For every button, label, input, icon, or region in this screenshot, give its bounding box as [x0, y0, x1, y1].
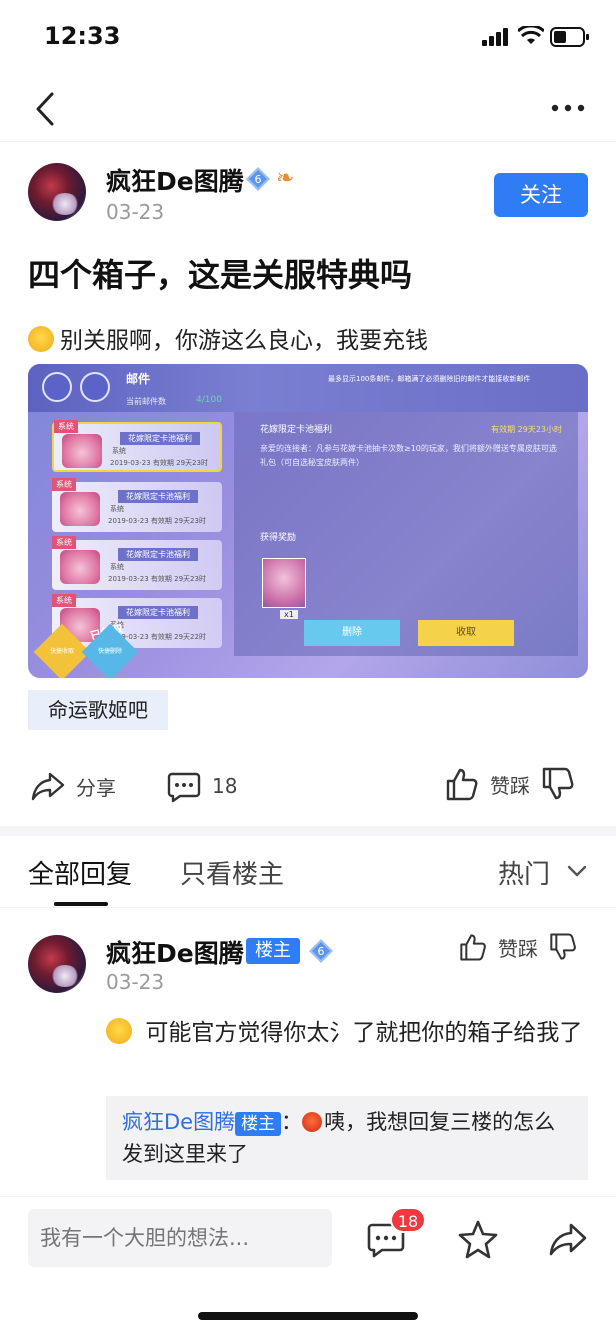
- reply-author-avatar[interactable]: [28, 935, 86, 993]
- reply-vote-label: 赞踩: [498, 936, 538, 961]
- game-mail-card: 系统 花嫁限定卡池福利 系统 2019-03-23 有效期 29天23时: [52, 420, 222, 472]
- game-card-date: 2019-03-23 有效期 29天23时: [108, 575, 206, 583]
- reply-date: 03-23: [106, 970, 165, 994]
- top-nav: [0, 76, 616, 142]
- quoted-reply[interactable]: 疯狂De图腾 楼主：咦，我想回复三楼的怎么发到这里来了: [106, 1096, 588, 1180]
- reward-item-icon: [262, 558, 306, 608]
- game-card-tag: 系统: [52, 478, 76, 491]
- post-date: 03-23: [106, 200, 165, 224]
- game-detail-text: 亲爱的连接者：凡参与花嫁卡池抽卡次数≥10的玩家，我们将额外赠送专属皮肤可选礼包…: [260, 444, 557, 467]
- post-image[interactable]: 邮件 当前邮件数 4/100 最多显示100条邮件，邮箱满了必须删除旧的邮件才能…: [28, 364, 588, 678]
- game-card-date: 2019-03-23 有效期 29天23时: [108, 517, 206, 525]
- game-delete-button: 删除: [304, 620, 400, 646]
- tabs-divider: [0, 907, 616, 908]
- reply-text-content: 可能官方觉得你太氵了就把你的箱子给我了: [145, 1020, 583, 1046]
- game-card-title: 花嫁限定卡池福利: [118, 490, 198, 503]
- sort-selector[interactable]: 热门: [498, 854, 550, 891]
- cellular-signal-icon: [482, 28, 508, 46]
- star-icon[interactable]: [458, 1219, 498, 1259]
- comment-icon: [167, 772, 201, 803]
- level-badge-icon: 6: [246, 167, 270, 191]
- tab-owner-only[interactable]: 只看楼主: [180, 854, 284, 891]
- quote-colon: ：: [281, 1110, 303, 1134]
- game-card-tag: 系统: [52, 536, 76, 549]
- status-bar: 12:33: [0, 0, 616, 76]
- game-card-title: 花嫁限定卡池福利: [118, 548, 198, 561]
- tab-all-replies[interactable]: 全部回复: [28, 854, 132, 891]
- reply-thumbs-down-icon[interactable]: [548, 932, 578, 962]
- post-title: 四个箱子，这是关服特典吗: [28, 256, 413, 294]
- reply-author-name[interactable]: 疯狂De图腾: [106, 934, 244, 970]
- reply-level-number: 6: [318, 945, 325, 958]
- post-body-text: 别关服啊，你游这么良心，我要充钱: [60, 328, 428, 354]
- scared-emoji-icon: [28, 326, 54, 352]
- battery-icon: [550, 27, 589, 47]
- game-mail-title: 邮件: [126, 372, 151, 386]
- game-mail-count-label: 当前邮件数: [126, 397, 166, 406]
- heart-box-icon: [60, 492, 100, 526]
- game-card-title: 花嫁限定卡池福利: [120, 432, 200, 445]
- reply-vote-control: 赞踩: [458, 932, 588, 962]
- share-icon: [31, 772, 65, 801]
- section-divider: [0, 826, 616, 836]
- game-card-tag: 系统: [54, 420, 78, 433]
- game-back-icon: [42, 372, 72, 402]
- status-time: 12:33: [44, 22, 121, 50]
- game-card-tag: 系统: [52, 594, 76, 607]
- comment-count-badge: 18: [390, 1207, 426, 1233]
- vote-control: 赞踩: [444, 766, 586, 802]
- game-warning-text: 最多显示100条邮件，邮箱满了必须删除旧的邮件才能接收新邮件: [328, 375, 531, 383]
- home-indicator: [198, 1312, 418, 1320]
- heart-box-icon: [60, 550, 100, 584]
- member-lung-icon: ❧: [276, 166, 295, 191]
- game-mail-card: 系统 花嫁限定卡池福利 系统 2019-03-23 有效期 29天23时: [52, 536, 222, 590]
- reply-level-badge-icon: 6: [309, 939, 333, 963]
- comment-count: 18: [212, 774, 238, 798]
- game-card-sub: 系统: [110, 563, 124, 571]
- game-mail-card: 系统 花嫁限定卡池福利 系统 2019-03-23 有效期 29天23时: [52, 478, 222, 532]
- game-reward-label: 获得奖励: [260, 533, 297, 543]
- game-detail-expire: 有效期 29天23小时: [491, 425, 562, 434]
- game-mail-count: 4/100: [196, 395, 222, 405]
- game-card-date: 2019-03-23 有效期 29天23时: [110, 459, 208, 467]
- reply-input[interactable]: [28, 1209, 332, 1267]
- thumbs-up-icon[interactable]: [444, 766, 480, 802]
- owner-badge: 楼主: [246, 938, 300, 964]
- game-reward-qty: x1: [280, 610, 298, 619]
- game-top-bar: [28, 364, 588, 412]
- game-card-title: 花嫁限定卡池福利: [118, 606, 198, 619]
- game-mail-detail: 花嫁限定卡池福利 有效期 29天23小时 亲爱的连接者：凡参与花嫁卡池抽卡次数≥…: [234, 412, 578, 656]
- share-label: 分享: [76, 775, 116, 800]
- share-forward-icon[interactable]: [548, 1219, 588, 1259]
- author-avatar[interactable]: [28, 163, 86, 221]
- post-body: 别关服啊，你游这么良心，我要充钱: [28, 321, 428, 355]
- game-home-icon: [80, 372, 110, 402]
- vote-label: 赞踩: [490, 773, 530, 798]
- comments-button[interactable]: 18: [166, 768, 237, 804]
- quoted-owner-badge: 楼主: [235, 1112, 282, 1136]
- level-number: 6: [255, 173, 262, 186]
- game-receive-button: 收取: [418, 620, 514, 646]
- heart-box-icon: [62, 434, 102, 468]
- game-card-sub: 系统: [110, 505, 124, 513]
- reply-thumbs-up-icon[interactable]: [458, 932, 488, 962]
- quoted-author-name[interactable]: 疯狂De图腾: [122, 1110, 235, 1134]
- smile-emoji-icon: [106, 1018, 132, 1044]
- share-button[interactable]: 分享: [30, 768, 116, 804]
- forum-tag[interactable]: 命运歌姬吧: [28, 690, 168, 730]
- wifi-icon: [518, 26, 544, 44]
- follow-button[interactable]: 关注: [494, 173, 588, 217]
- thumbs-down-icon[interactable]: [540, 766, 576, 802]
- more-options-icon[interactable]: [550, 100, 586, 116]
- game-detail-title: 花嫁限定卡池福利: [260, 425, 333, 435]
- reply-text: 可能官方觉得你太氵了就把你的箱子给我了: [106, 1014, 586, 1052]
- game-card-sub: 系统: [112, 447, 126, 455]
- author-name[interactable]: 疯狂De图腾: [106, 162, 244, 198]
- chevron-down-icon[interactable]: [566, 860, 588, 882]
- active-tab-indicator: [54, 902, 108, 906]
- back-arrow-icon[interactable]: [32, 90, 62, 128]
- angry-emoji-icon: [302, 1112, 323, 1132]
